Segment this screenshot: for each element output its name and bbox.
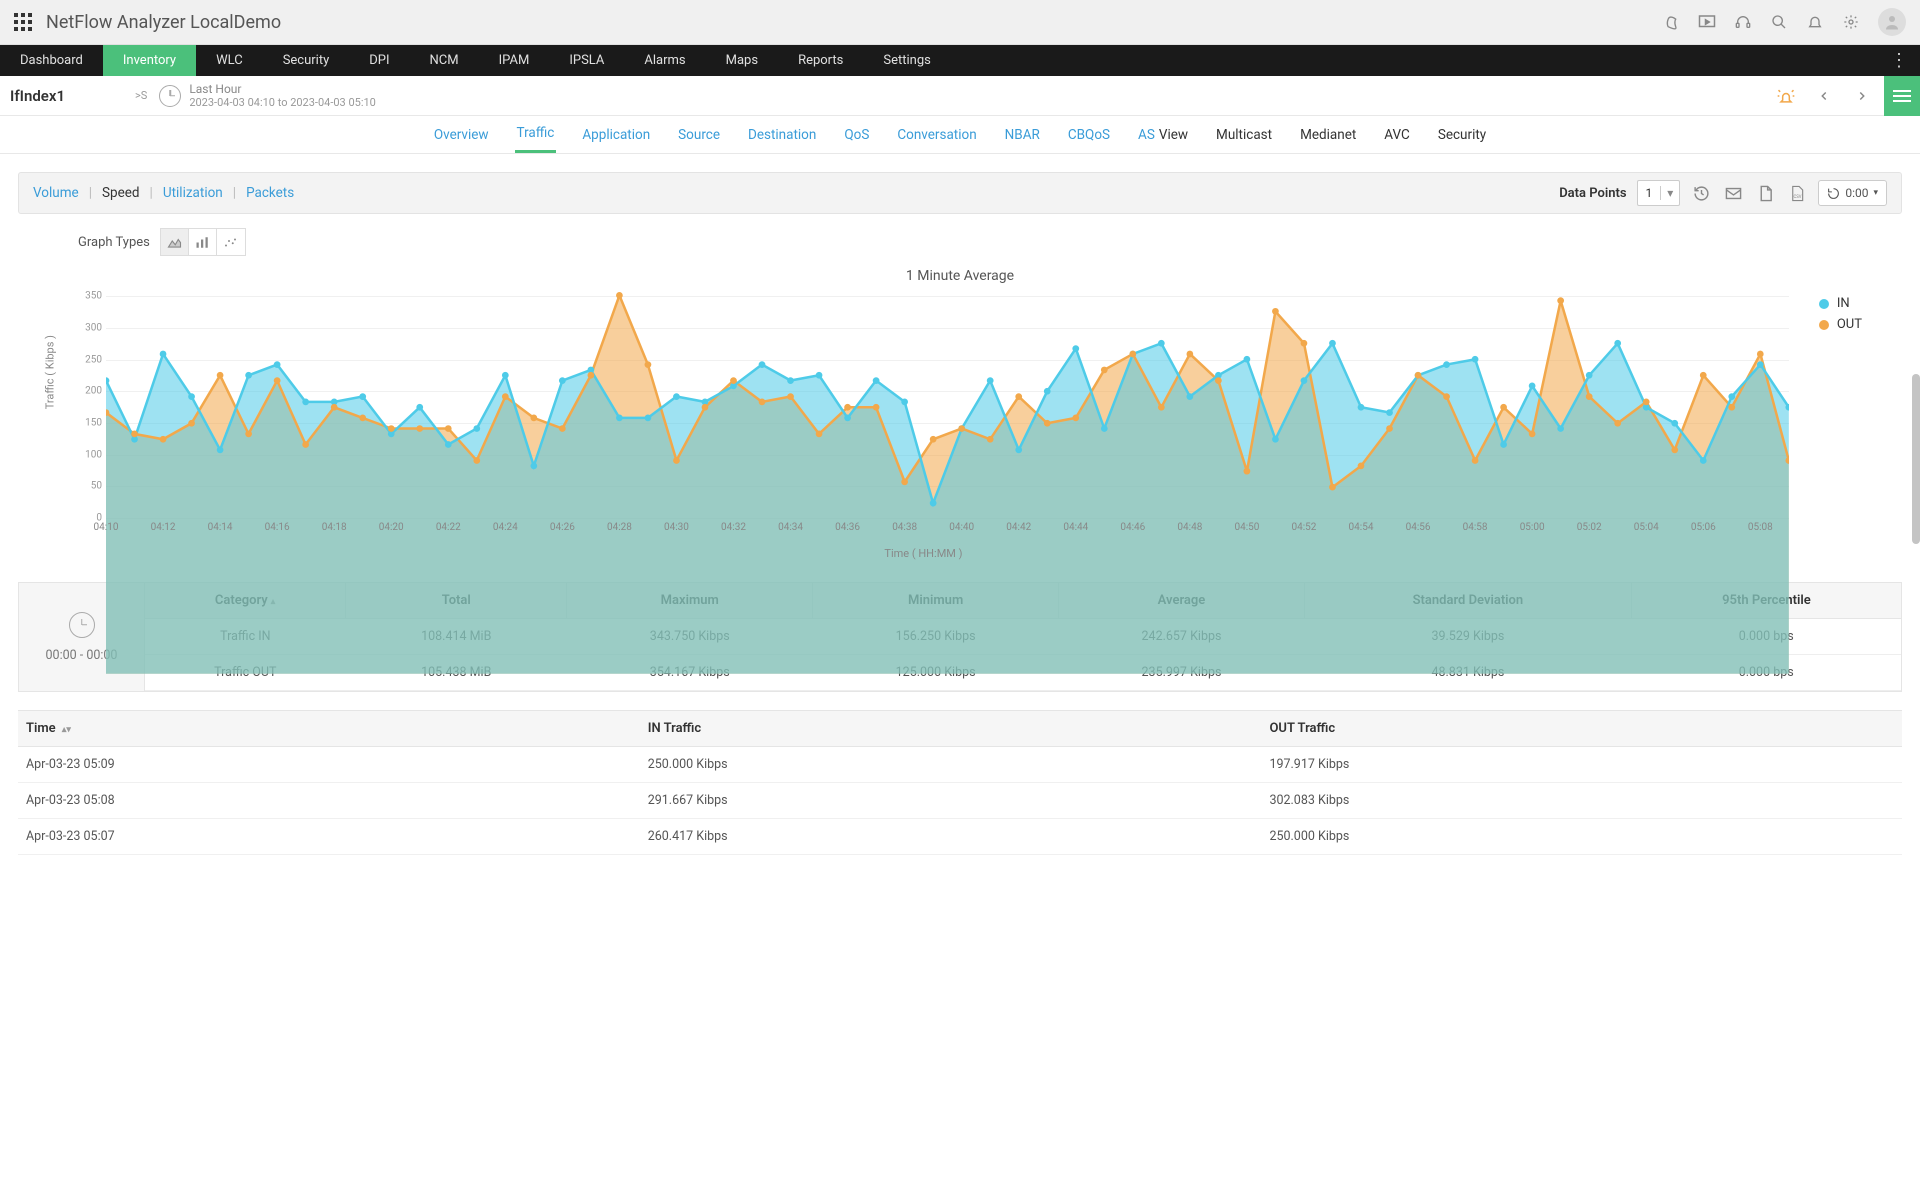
alarm-bell-icon[interactable] xyxy=(1770,80,1802,112)
nav-inventory[interactable]: Inventory xyxy=(103,45,196,76)
nav-dashboard[interactable]: Dashboard xyxy=(0,45,103,76)
history-icon[interactable] xyxy=(1690,182,1712,204)
tab-medianet: Medianet xyxy=(1298,116,1358,153)
legend-out[interactable]: OUT xyxy=(1819,317,1862,332)
nav-alarms[interactable]: Alarms xyxy=(624,45,705,76)
chart-area: Traffic ( Kibps ) 050100150200250300350 … xyxy=(58,290,1789,560)
chart-toolbar: Volume|Speed|Utilization|Packets Data Po… xyxy=(18,172,1902,214)
metric-volume[interactable]: Volume xyxy=(33,185,79,201)
traffic-data-table: Time ▴▾IN TrafficOUT TrafficApr-03-23 05… xyxy=(18,710,1902,855)
graph-types-label: Graph Types xyxy=(78,235,150,250)
nav-maps[interactable]: Maps xyxy=(706,45,778,76)
table-row: Apr-03-23 05:07260.417 Kibps250.000 Kibp… xyxy=(18,819,1902,855)
tab-as[interactable]: AS View xyxy=(1136,116,1190,153)
col-time[interactable]: Time ▴▾ xyxy=(18,711,640,747)
nav-wlc[interactable]: WLC xyxy=(196,45,263,76)
chart-legend: IN OUT xyxy=(1819,296,1862,560)
tab-qos[interactable]: QoS xyxy=(842,116,871,153)
auto-refresh-button[interactable]: 0:00▾ xyxy=(1818,180,1887,206)
subheader: IfIndex1 >S Last Hour 2023-04-03 04:10 t… xyxy=(0,76,1920,116)
col-in traffic[interactable]: IN Traffic xyxy=(640,711,1262,747)
metric-utilization[interactable]: Utilization xyxy=(163,185,223,201)
suffix-text: >S xyxy=(135,89,147,102)
nav-ipsla[interactable]: IPSLA xyxy=(549,45,624,76)
tab-nbar[interactable]: NBAR xyxy=(1003,116,1042,153)
nav-ipam[interactable]: IPAM xyxy=(479,45,550,76)
scrollbar-thumb[interactable] xyxy=(1912,374,1920,544)
search-icon[interactable] xyxy=(1770,13,1788,31)
tab-cbqos[interactable]: CBQoS xyxy=(1066,116,1112,153)
headset-icon[interactable] xyxy=(1734,13,1752,31)
topbar: NetFlow Analyzer LocalDemo xyxy=(0,0,1920,45)
time-range-value: 2023-04-03 04:10 to 2023-04-03 05:10 xyxy=(189,96,376,109)
data-points-select[interactable]: 1▾ xyxy=(1637,180,1681,206)
nav-settings[interactable]: Settings xyxy=(863,45,950,76)
bar-chart-icon[interactable] xyxy=(189,229,217,255)
clock-icon[interactable] xyxy=(159,85,181,107)
tab-security: Security xyxy=(1436,116,1488,153)
pdf-icon[interactable] xyxy=(1754,182,1776,204)
tab-source[interactable]: Source xyxy=(676,116,722,153)
csv-icon[interactable]: CSV xyxy=(1786,182,1808,204)
scatter-chart-icon[interactable] xyxy=(217,229,245,255)
nav-reports[interactable]: Reports xyxy=(778,45,863,76)
svg-text:CSV: CSV xyxy=(1794,194,1802,199)
y-axis-label: Traffic ( Kibps ) xyxy=(44,335,57,409)
next-icon[interactable] xyxy=(1846,80,1878,112)
table-row: Apr-03-23 05:08291.667 Kibps302.083 Kibp… xyxy=(18,783,1902,819)
legend-in[interactable]: IN xyxy=(1819,296,1862,311)
metric-speed[interactable]: Speed xyxy=(102,185,140,201)
data-points-label: Data Points xyxy=(1559,186,1626,201)
presentation-icon[interactable] xyxy=(1698,13,1716,31)
tab-traffic[interactable]: Traffic xyxy=(515,116,557,153)
tab-overview[interactable]: Overview xyxy=(432,116,491,153)
area-chart-icon[interactable] xyxy=(161,229,189,255)
metric-packets[interactable]: Packets xyxy=(246,185,294,201)
clock-icon xyxy=(69,612,95,638)
tab-application[interactable]: Application xyxy=(580,116,652,153)
time-range-label: Last Hour xyxy=(189,82,376,96)
apps-grid-icon[interactable] xyxy=(14,13,32,31)
tab-avc: AVC xyxy=(1382,116,1412,153)
interface-name: IfIndex1 xyxy=(0,87,75,105)
nav-overflow-icon[interactable]: ⋮ xyxy=(1878,45,1920,76)
tab-destination[interactable]: Destination xyxy=(746,116,818,153)
col-out traffic[interactable]: OUT Traffic xyxy=(1261,711,1902,747)
prev-icon[interactable] xyxy=(1808,80,1840,112)
rocket-icon[interactable] xyxy=(1662,13,1680,31)
nav-dpi[interactable]: DPI xyxy=(349,45,409,76)
email-icon[interactable] xyxy=(1722,182,1744,204)
main-nav: DashboardInventoryWLCSecurityDPINCMIPAMI… xyxy=(0,45,1920,76)
tab-conversation[interactable]: Conversation xyxy=(895,116,978,153)
table-row: Apr-03-23 05:09250.000 Kibps197.917 Kibp… xyxy=(18,747,1902,783)
avatar[interactable] xyxy=(1878,8,1906,36)
side-menu-button[interactable] xyxy=(1884,76,1920,116)
chart-title: 1 Minute Average xyxy=(58,268,1862,284)
nav-ncm[interactable]: NCM xyxy=(410,45,479,76)
graph-section: Graph Types 1 Minute Average Traffic ( K… xyxy=(18,214,1902,560)
view-tabs: Overview Traffic Application Source Destinat… xyxy=(0,116,1920,154)
tab-multicast: Multicast xyxy=(1214,116,1274,153)
app-title: NetFlow Analyzer LocalDemo xyxy=(46,12,281,33)
gear-icon[interactable] xyxy=(1842,13,1860,31)
bell-icon[interactable] xyxy=(1806,13,1824,31)
x-axis-label: Time ( HH:MM ) xyxy=(58,547,1789,560)
nav-security[interactable]: Security xyxy=(263,45,350,76)
